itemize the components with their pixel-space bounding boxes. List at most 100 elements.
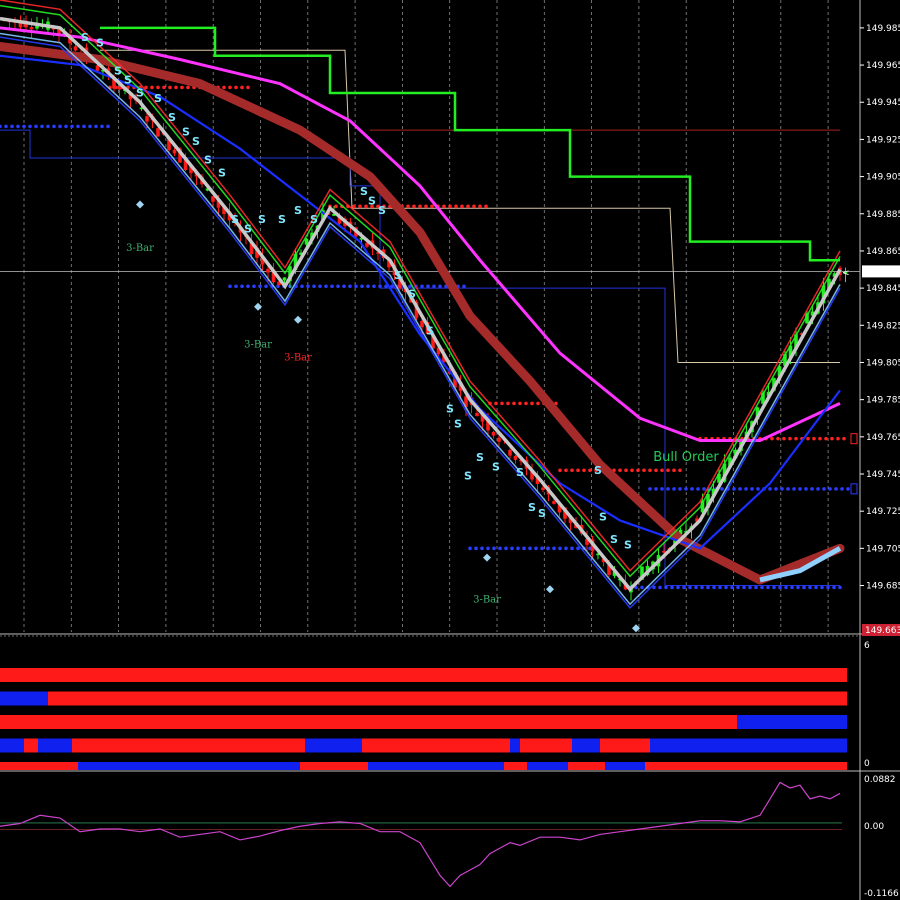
- chart-svg[interactable]: 149.985 149.965 149.945 149.925 149.905 149.8…: [0, 0, 900, 900]
- trend-strip-segment: [650, 738, 847, 753]
- dotted-level-red: [836, 436, 840, 441]
- signal-s-marker: S: [294, 204, 302, 217]
- trend-strip-segment: [0, 715, 737, 729]
- signal-s-marker: S: [278, 213, 286, 226]
- dotted-level-blue: [774, 487, 778, 491]
- dotted-level-red: [424, 204, 428, 209]
- dotted-level-blue: [834, 487, 838, 491]
- dotted-level-blue: [462, 284, 466, 289]
- dotted-level-blue: [522, 546, 526, 551]
- trend-strip-segment: [72, 738, 305, 753]
- signal-s-marker: S: [446, 403, 454, 416]
- dotted-level-red: [430, 204, 434, 209]
- price-axis-tick-label: 149.805: [866, 358, 900, 368]
- price-axis-tick-label: 149.785: [866, 396, 900, 406]
- dotted-level-blue: [816, 487, 820, 491]
- dotted-level-blue: [28, 124, 32, 129]
- dotted-level-blue: [240, 284, 244, 289]
- signal-s-marker: S: [599, 510, 607, 523]
- signal-s-marker: S: [408, 287, 416, 300]
- signal-s-marker: S: [454, 418, 462, 431]
- signal-s-marker: S: [538, 507, 546, 520]
- price-axis-tick-label: 149.865: [866, 247, 900, 257]
- candle-body-bear: [117, 86, 122, 90]
- dotted-level-blue: [694, 585, 698, 590]
- signal-s-marker: S: [114, 64, 122, 77]
- dotted-level-blue: [696, 487, 700, 491]
- signal-s-marker: S: [476, 451, 484, 464]
- dotted-level-red: [156, 85, 160, 90]
- candle-body-bull: [282, 277, 287, 281]
- dotted-level-blue: [814, 585, 818, 590]
- dotted-level-blue: [666, 487, 670, 491]
- dotted-level-blue: [10, 124, 14, 129]
- trend-strip-segment: [600, 738, 650, 753]
- dotted-level-blue: [336, 284, 340, 289]
- dotted-level-red: [576, 468, 580, 473]
- dotted-level-blue: [766, 585, 770, 590]
- dotted-level-red: [788, 436, 792, 441]
- dotted-level-red: [448, 204, 452, 209]
- dotted-level-blue: [360, 284, 364, 289]
- dotted-level-blue: [738, 487, 742, 491]
- dotted-level-red: [180, 85, 184, 90]
- candle-body-bear: [513, 455, 518, 460]
- dotted-level-blue: [252, 284, 256, 289]
- dotted-level-blue: [100, 124, 104, 129]
- candle-body-bear: [475, 413, 479, 417]
- dotted-level-red: [222, 85, 226, 90]
- strip-axis-tick-label: 0: [864, 759, 870, 769]
- dotted-level-red: [168, 85, 172, 90]
- dotted-level-blue: [784, 585, 788, 590]
- dotted-level-blue: [748, 585, 752, 590]
- dotted-level-red: [624, 468, 628, 473]
- dotted-level-red: [588, 468, 592, 473]
- dotted-level-red: [512, 401, 516, 406]
- dotted-level-blue: [732, 487, 736, 491]
- trend-strip-segment: [605, 762, 645, 770]
- dotted-level-red: [524, 401, 528, 406]
- dotted-level-blue: [88, 124, 92, 129]
- dotted-level-blue: [654, 487, 658, 491]
- price-axis-tick-label: 149.705: [866, 544, 900, 554]
- dotted-level-blue: [756, 487, 760, 491]
- signal-s-marker: S: [492, 460, 500, 473]
- dotted-level-blue: [300, 284, 304, 289]
- dotted-level-blue: [736, 585, 740, 590]
- dotted-level-red: [776, 436, 780, 441]
- trend-strip-segment: [510, 738, 520, 753]
- dotted-level-blue: [70, 124, 74, 129]
- price-axis-tick-label: 149.925: [866, 135, 900, 145]
- dotted-level-blue: [840, 487, 844, 491]
- dotted-level-blue: [570, 546, 574, 551]
- dotted-level-blue: [664, 585, 668, 590]
- diamond-marker: [546, 585, 554, 594]
- signal-s-marker: S: [360, 185, 368, 198]
- dotted-level-blue: [318, 284, 322, 289]
- dotted-level-blue: [730, 585, 734, 590]
- dotted-level-blue: [684, 487, 688, 491]
- dotted-level-blue: [52, 124, 56, 129]
- chart-annotation: 3-Bar: [126, 243, 154, 254]
- dotted-level-blue: [718, 585, 722, 590]
- dotted-level-blue: [510, 546, 514, 551]
- dotted-level-red: [654, 468, 658, 473]
- dotted-level-red: [174, 85, 178, 90]
- dotted-level-blue: [802, 585, 806, 590]
- price-axis-tick-label: 149.685: [866, 582, 900, 592]
- diamond-marker: [136, 200, 144, 209]
- dotted-level-blue: [516, 546, 520, 551]
- signal-s-marker: S: [154, 92, 162, 105]
- dotted-level-blue: [702, 487, 706, 491]
- dotted-level-blue: [724, 585, 728, 590]
- dotted-level-blue: [64, 124, 68, 129]
- dotted-level-blue: [474, 546, 478, 551]
- dotted-level-blue: [796, 585, 800, 590]
- dotted-level-red: [818, 436, 822, 441]
- dotted-level-blue: [820, 585, 824, 590]
- level-line-support: [0, 129, 840, 587]
- dotted-level-blue: [754, 585, 758, 590]
- dotted-level-blue: [744, 487, 748, 491]
- dotted-level-blue: [46, 124, 50, 129]
- dotted-level-blue: [838, 585, 842, 590]
